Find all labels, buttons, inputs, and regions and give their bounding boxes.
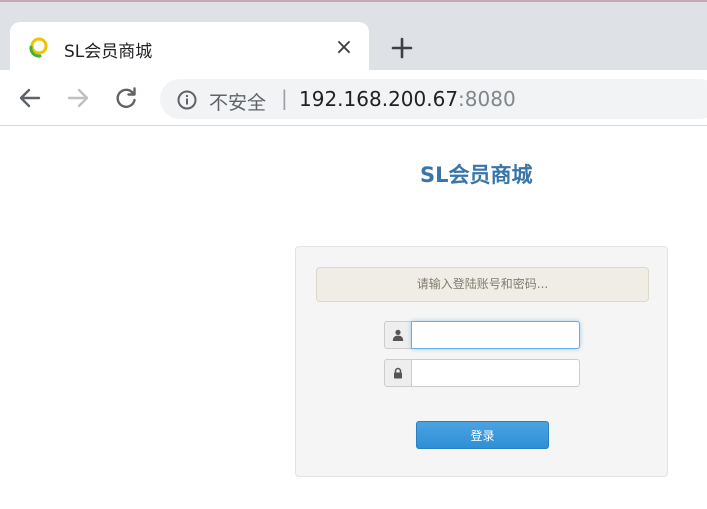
page-title: SL会员商城: [420, 163, 533, 187]
reload-icon[interactable]: [112, 84, 140, 112]
browser-tab-strip: SL会员商城 ×: [0, 0, 707, 72]
login-panel: 请输入登陆账号和密码... 登录: [295, 246, 668, 477]
arrow-right-icon[interactable]: [64, 84, 92, 112]
lock-icon: [384, 359, 412, 387]
user-icon: [384, 321, 412, 349]
browser-toolbar: 不安全 | 192.168.200.67:8080: [0, 70, 707, 126]
url-port: :8080: [458, 87, 516, 111]
info-icon[interactable]: [176, 89, 198, 111]
browser-tab-active[interactable]: SL会员商城 ×: [10, 22, 369, 72]
omnibox-separator: |: [281, 86, 288, 110]
url-host: 192.168.200.67: [299, 87, 459, 111]
username-input-group: [384, 321, 580, 349]
username-input[interactable]: [411, 321, 580, 349]
login-alert-message: 请输入登陆账号和密码...: [316, 267, 649, 302]
security-label[interactable]: 不安全: [209, 88, 266, 115]
sl-logo-icon: [29, 37, 48, 58]
tab-title: SL会员商城: [64, 42, 153, 62]
login-button[interactable]: 登录: [416, 421, 549, 449]
url-text[interactable]: 192.168.200.67:8080: [299, 87, 516, 111]
address-bar[interactable]: 不安全 | 192.168.200.67:8080: [160, 79, 707, 119]
plus-icon[interactable]: [388, 34, 416, 62]
password-input[interactable]: [411, 359, 580, 387]
close-icon[interactable]: ×: [332, 35, 356, 60]
arrow-left-icon[interactable]: [16, 84, 44, 112]
password-input-group: [384, 359, 580, 387]
